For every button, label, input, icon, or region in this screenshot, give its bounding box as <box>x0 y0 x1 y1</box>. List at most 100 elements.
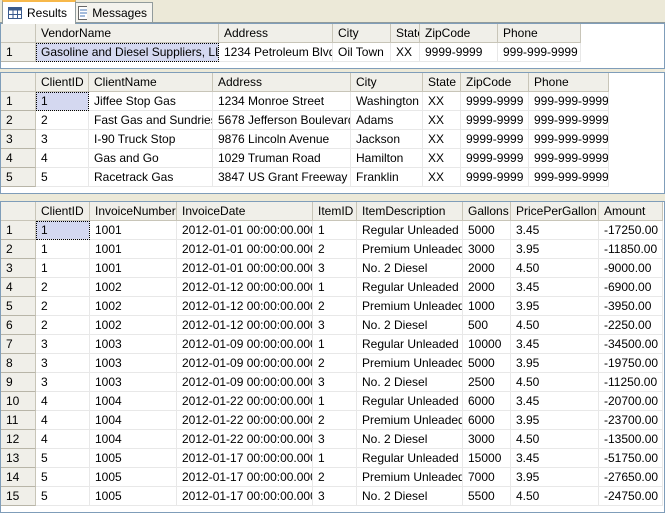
table-cell[interactable]: -27650.00 <box>599 468 663 487</box>
row-number[interactable]: 1 <box>1 221 36 240</box>
row-number[interactable]: 11 <box>1 411 36 430</box>
table-cell[interactable]: Jackson <box>351 130 423 149</box>
row-number[interactable]: 1 <box>1 43 36 62</box>
table-cell[interactable]: -9000.00 <box>599 259 663 278</box>
column-header[interactable]: ItemDescription <box>357 202 463 221</box>
table-cell[interactable]: 1005 <box>90 449 177 468</box>
table-cell[interactable]: 5000 <box>463 354 511 373</box>
table-cell[interactable]: 2 <box>36 278 90 297</box>
column-header[interactable]: City <box>333 24 391 43</box>
table-cell[interactable]: -3950.00 <box>599 297 663 316</box>
table-cell[interactable]: 5 <box>36 168 89 187</box>
table-cell[interactable]: 1003 <box>90 373 177 392</box>
table-cell[interactable]: 3 <box>313 487 357 506</box>
table-cell[interactable]: XX <box>423 130 461 149</box>
table-cell[interactable]: 4 <box>36 411 90 430</box>
table-cell[interactable]: XX <box>423 149 461 168</box>
table-cell[interactable]: 2012-01-01 00:00:00.000 <box>177 240 313 259</box>
table-cell[interactable]: 9999-9999 <box>461 130 529 149</box>
row-number[interactable]: 3 <box>1 130 36 149</box>
table-cell[interactable]: 4 <box>36 392 90 411</box>
table-cell[interactable]: 3000 <box>463 430 511 449</box>
table-cell[interactable]: Jiffee Stop Gas <box>89 92 213 111</box>
table-cell[interactable]: Premium Unleaded <box>357 354 463 373</box>
table-cell[interactable]: 2012-01-09 00:00:00.000 <box>177 335 313 354</box>
row-number[interactable]: 3 <box>1 259 36 278</box>
table-cell[interactable]: Gas and Go <box>89 149 213 168</box>
table-cell[interactable]: Regular Unleaded <box>357 392 463 411</box>
table-cell[interactable]: 1 <box>313 449 357 468</box>
table-cell[interactable]: -19750.00 <box>599 354 663 373</box>
table-cell[interactable]: No. 2 Diesel <box>357 487 463 506</box>
table-cell[interactable]: 3.95 <box>511 468 599 487</box>
row-number[interactable]: 4 <box>1 278 36 297</box>
table-cell[interactable]: 3.45 <box>511 278 599 297</box>
table-cell[interactable]: 1 <box>313 392 357 411</box>
table-cell[interactable]: 2 <box>36 111 89 130</box>
table-cell[interactable]: -13500.00 <box>599 430 663 449</box>
table-cell[interactable]: 2500 <box>463 373 511 392</box>
table-cell[interactable]: Regular Unleaded <box>357 221 463 240</box>
table-cell[interactable]: 15000 <box>463 449 511 468</box>
table-cell[interactable]: -34500.00 <box>599 335 663 354</box>
table-cell[interactable]: 1234 Monroe Street <box>213 92 351 111</box>
table-cell[interactable]: 7000 <box>463 468 511 487</box>
table-cell[interactable]: 1001 <box>90 240 177 259</box>
column-header[interactable]: ClientID <box>36 73 89 92</box>
table-cell[interactable]: 999-999-9999 <box>529 111 609 130</box>
table-cell[interactable]: Racetrack Gas <box>89 168 213 187</box>
table-cell[interactable]: 1001 <box>90 221 177 240</box>
table-cell[interactable]: XX <box>423 92 461 111</box>
table-cell[interactable]: 5 <box>36 449 90 468</box>
table-cell[interactable]: 2012-01-12 00:00:00.000 <box>177 297 313 316</box>
table-cell[interactable]: 3.45 <box>511 449 599 468</box>
table-cell[interactable]: XX <box>423 111 461 130</box>
row-number[interactable]: 6 <box>1 316 36 335</box>
column-header[interactable]: Phone <box>529 73 609 92</box>
table-cell[interactable]: -6900.00 <box>599 278 663 297</box>
table-cell[interactable]: -11250.00 <box>599 373 663 392</box>
table-cell[interactable]: 3847 US Grant Freeway <box>213 168 351 187</box>
table-cell[interactable]: 2012-01-01 00:00:00.000 <box>177 221 313 240</box>
table-cell[interactable]: 1000 <box>463 297 511 316</box>
table-cell[interactable]: Hamilton <box>351 149 423 168</box>
table-cell[interactable]: 1 <box>313 221 357 240</box>
table-cell[interactable]: 2012-01-17 00:00:00.000 <box>177 487 313 506</box>
table-cell[interactable]: No. 2 Diesel <box>357 259 463 278</box>
table-cell[interactable]: Gasoline and Diesel Suppliers, LLC <box>36 43 219 62</box>
table-cell[interactable]: 2012-01-09 00:00:00.000 <box>177 373 313 392</box>
table-cell[interactable]: 1 <box>36 221 90 240</box>
table-cell[interactable]: 500 <box>463 316 511 335</box>
table-cell[interactable]: Washington <box>351 92 423 111</box>
table-cell[interactable]: 1004 <box>90 430 177 449</box>
table-cell[interactable]: 999-999-9999 <box>529 92 609 111</box>
table-cell[interactable]: 2012-01-12 00:00:00.000 <box>177 316 313 335</box>
tab-results[interactable]: Results <box>2 0 76 24</box>
table-cell[interactable]: I-90 Truck Stop <box>89 130 213 149</box>
row-number-header[interactable] <box>1 202 36 221</box>
table-cell[interactable]: 999-999-9999 <box>498 43 581 62</box>
table-cell[interactable]: Fast Gas and Sundries <box>89 111 213 130</box>
table-cell[interactable]: 1002 <box>90 278 177 297</box>
row-number[interactable]: 2 <box>1 240 36 259</box>
invoice-results-grid[interactable]: ClientID InvoiceNumber InvoiceDate ItemID It… <box>0 201 665 513</box>
table-cell[interactable]: 1 <box>313 335 357 354</box>
table-cell[interactable]: 4.50 <box>511 259 599 278</box>
table-cell[interactable]: 2 <box>36 316 90 335</box>
table-cell[interactable]: 9999-9999 <box>461 92 529 111</box>
table-cell[interactable]: 3 <box>36 130 89 149</box>
column-header[interactable]: ItemID <box>313 202 357 221</box>
table-cell[interactable]: 6000 <box>463 411 511 430</box>
table-cell[interactable]: 1 <box>36 259 90 278</box>
column-header[interactable]: ZipCode <box>461 73 529 92</box>
table-cell[interactable]: XX <box>391 43 420 62</box>
column-header[interactable]: State <box>391 24 420 43</box>
column-header[interactable]: ClientID <box>36 202 90 221</box>
column-header[interactable]: State <box>423 73 461 92</box>
row-number[interactable]: 2 <box>1 111 36 130</box>
table-cell[interactable]: 1029 Truman Road <box>213 149 351 168</box>
table-cell[interactable]: 9999-9999 <box>461 111 529 130</box>
table-cell[interactable]: 5000 <box>463 221 511 240</box>
table-cell[interactable]: 1 <box>36 240 90 259</box>
table-cell[interactable]: 5 <box>36 468 90 487</box>
